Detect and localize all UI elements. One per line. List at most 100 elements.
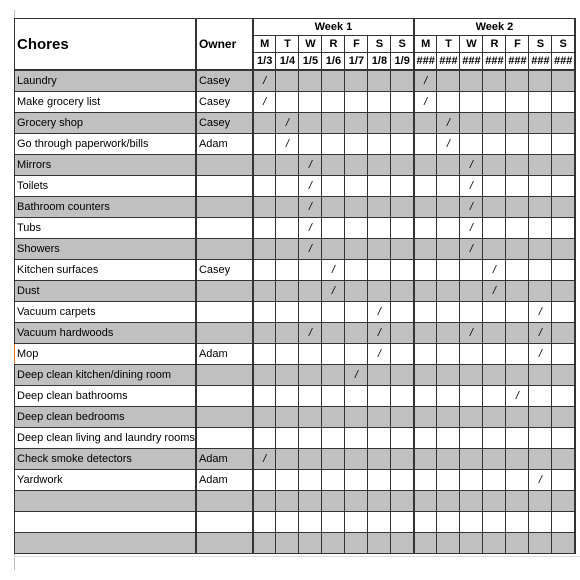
day-cell[interactable] xyxy=(344,406,369,428)
day-cell[interactable]: / xyxy=(252,69,277,92)
day-cell[interactable]: / xyxy=(275,133,300,155)
day-header[interactable]: R xyxy=(321,35,346,53)
day-cell[interactable]: / xyxy=(528,343,553,365)
day-cell[interactable] xyxy=(298,490,323,512)
day-cell[interactable] xyxy=(344,511,369,533)
day-cell[interactable]: / xyxy=(298,217,323,239)
day-header[interactable]: R xyxy=(482,35,507,53)
day-cell[interactable] xyxy=(459,427,484,449)
date-header[interactable]: ### xyxy=(528,52,553,71)
day-cell[interactable] xyxy=(367,238,392,260)
day-cell[interactable] xyxy=(298,469,323,491)
day-cell[interactable] xyxy=(436,69,461,92)
day-header[interactable]: T xyxy=(436,35,461,53)
day-cell[interactable] xyxy=(298,364,323,386)
day-cell[interactable] xyxy=(459,511,484,533)
day-cell[interactable] xyxy=(252,343,277,365)
owner-cell[interactable]: Casey xyxy=(195,259,254,281)
day-cell[interactable]: / xyxy=(528,322,553,344)
day-cell[interactable] xyxy=(459,385,484,407)
day-cell[interactable] xyxy=(412,301,438,323)
day-header[interactable]: M xyxy=(412,35,438,53)
day-cell[interactable]: / xyxy=(298,322,323,344)
owner-cell[interactable] xyxy=(195,532,254,554)
day-cell[interactable] xyxy=(551,427,576,449)
day-cell[interactable] xyxy=(505,154,530,176)
day-cell[interactable] xyxy=(367,406,392,428)
day-cell[interactable] xyxy=(482,343,507,365)
day-cell[interactable] xyxy=(321,343,346,365)
day-cell[interactable] xyxy=(482,469,507,491)
day-cell[interactable]: / xyxy=(505,385,530,407)
day-cell[interactable]: / xyxy=(459,154,484,176)
chore-cell[interactable]: Go through paperwork/bills xyxy=(13,133,197,155)
day-cell[interactable] xyxy=(390,154,415,176)
owner-cell[interactable]: Adam xyxy=(195,343,254,365)
day-cell[interactable] xyxy=(390,91,415,113)
day-cell[interactable] xyxy=(459,364,484,386)
day-cell[interactable] xyxy=(298,280,323,302)
chore-cell[interactable]: Make grocery list xyxy=(13,91,197,113)
day-cell[interactable]: / xyxy=(436,133,461,155)
day-cell[interactable] xyxy=(298,511,323,533)
day-cell[interactable] xyxy=(321,406,346,428)
day-cell[interactable] xyxy=(344,448,369,470)
day-cell[interactable]: / xyxy=(321,259,346,281)
day-cell[interactable] xyxy=(252,112,277,134)
day-cell[interactable] xyxy=(436,280,461,302)
day-cell[interactable] xyxy=(528,259,553,281)
day-cell[interactable] xyxy=(390,69,415,92)
day-cell[interactable] xyxy=(344,133,369,155)
chore-cell[interactable]: Deep clean bathrooms xyxy=(13,385,197,407)
day-cell[interactable] xyxy=(459,490,484,512)
day-header[interactable]: S xyxy=(551,35,576,53)
day-cell[interactable] xyxy=(344,175,369,197)
day-cell[interactable] xyxy=(275,238,300,260)
day-cell[interactable] xyxy=(275,301,300,323)
day-header[interactable]: S xyxy=(390,35,415,53)
day-cell[interactable] xyxy=(390,175,415,197)
day-cell[interactable]: / xyxy=(298,175,323,197)
owner-cell[interactable]: Casey xyxy=(195,91,254,113)
day-cell[interactable]: / xyxy=(459,322,484,344)
owner-cell[interactable] xyxy=(195,154,254,176)
day-cell[interactable] xyxy=(459,133,484,155)
day-cell[interactable] xyxy=(482,91,507,113)
day-cell[interactable] xyxy=(459,259,484,281)
chore-cell[interactable]: Vacuum hardwoods xyxy=(13,322,197,344)
day-cell[interactable] xyxy=(528,217,553,239)
day-cell[interactable] xyxy=(390,238,415,260)
chore-cell[interactable]: Mirrors xyxy=(13,154,197,176)
chore-cell[interactable]: Dust xyxy=(13,280,197,302)
day-cell[interactable] xyxy=(367,259,392,281)
owner-cell[interactable] xyxy=(195,217,254,239)
day-cell[interactable] xyxy=(321,69,346,92)
day-cell[interactable] xyxy=(528,511,553,533)
day-cell[interactable] xyxy=(321,91,346,113)
owner-cell[interactable]: Casey xyxy=(195,69,254,92)
day-cell[interactable] xyxy=(528,427,553,449)
day-cell[interactable] xyxy=(412,490,438,512)
day-cell[interactable] xyxy=(412,448,438,470)
owner-cell[interactable] xyxy=(195,175,254,197)
day-cell[interactable] xyxy=(436,196,461,218)
day-cell[interactable] xyxy=(551,532,576,554)
day-cell[interactable] xyxy=(436,364,461,386)
chore-cell[interactable]: Yardwork xyxy=(13,469,197,491)
day-cell[interactable] xyxy=(367,427,392,449)
day-header[interactable]: S xyxy=(367,35,392,53)
day-cell[interactable] xyxy=(321,217,346,239)
day-cell[interactable]: / xyxy=(528,469,553,491)
day-cell[interactable] xyxy=(412,427,438,449)
day-cell[interactable] xyxy=(528,133,553,155)
day-cell[interactable] xyxy=(344,196,369,218)
day-cell[interactable] xyxy=(252,133,277,155)
day-cell[interactable] xyxy=(551,511,576,533)
day-cell[interactable] xyxy=(551,364,576,386)
day-cell[interactable] xyxy=(275,511,300,533)
date-header[interactable]: ### xyxy=(505,52,530,71)
chore-cell[interactable]: Kitchen surfaces xyxy=(13,259,197,281)
day-cell[interactable] xyxy=(436,385,461,407)
day-cell[interactable] xyxy=(252,238,277,260)
day-cell[interactable] xyxy=(436,175,461,197)
